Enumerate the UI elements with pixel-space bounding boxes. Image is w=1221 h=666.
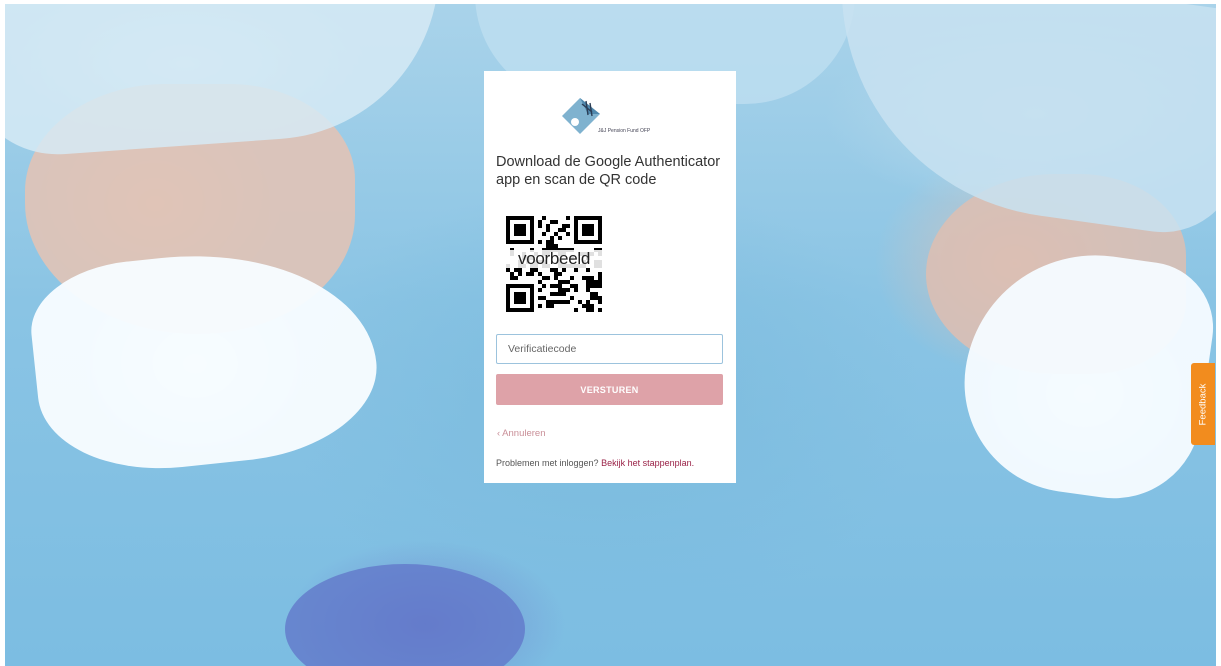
verification-code-input[interactable] <box>496 334 723 364</box>
logo-text: J&J Pension Fund OFP <box>598 128 651 134</box>
pension-fund-logo: J&J Pension Fund OFP <box>562 98 682 148</box>
cancel-label: Annuleren <box>502 428 546 439</box>
chevron-left-icon: ‹ <box>497 428 501 439</box>
page-title: Download de Google Authenticator app en … <box>496 154 721 188</box>
cancel-link[interactable]: ‹ Annuleren <box>497 428 545 439</box>
login-card: J&J Pension Fund OFP Download de Google … <box>484 71 736 483</box>
help-text: Problemen met inloggen? Bekijk het stapp… <box>496 458 694 468</box>
qr-code-image: voorbeeld <box>506 216 602 312</box>
help-link[interactable]: Bekijk het stappenplan. <box>601 458 694 468</box>
help-question: Problemen met inloggen? <box>496 458 599 468</box>
bg-cap-left <box>5 4 451 161</box>
feedback-tab[interactable]: Feedback <box>1191 363 1215 445</box>
submit-button[interactable]: VERSTUREN <box>496 374 723 405</box>
feedback-label: Feedback <box>1197 383 1209 425</box>
bg-glove <box>285 564 525 666</box>
qr-overlay-label: voorbeeld <box>506 250 602 268</box>
bg-cap-right <box>812 4 1216 243</box>
